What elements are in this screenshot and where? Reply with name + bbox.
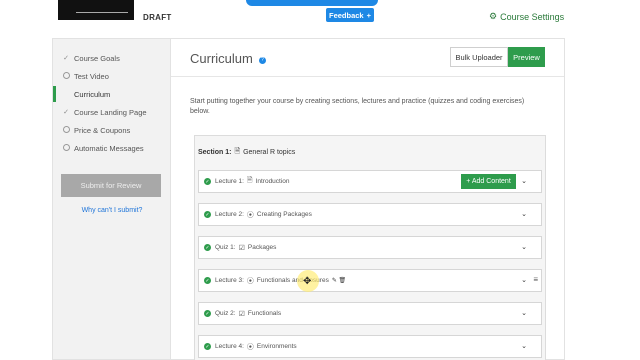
curriculum-item-lecture-4[interactable]: ✓ Lecture 4: ⦿ Environments ⌄ — [198, 335, 542, 358]
item-type: Lecture 2: — [215, 211, 244, 218]
chevron-down-icon[interactable]: ⌄ — [521, 210, 527, 218]
chevron-down-icon[interactable]: ⌄ — [521, 342, 527, 350]
play-icon: ⦿ — [246, 211, 254, 219]
item-type: Quiz 2: — [215, 310, 236, 317]
curriculum-item-quiz-2[interactable]: ✓ Quiz 2: ☑ Functionals ⌄ — [198, 302, 542, 325]
top-header: DRAFT Feedback + ⚙ Course Settings — [0, 0, 640, 34]
chevron-down-icon[interactable]: ⌄ — [521, 309, 527, 317]
check-icon: ✓ — [63, 109, 69, 116]
empty-circle-icon — [62, 71, 70, 81]
feedback-label: Feedback — [329, 10, 364, 20]
document-icon: 🗎 — [246, 177, 253, 184]
preview-button[interactable]: Preview — [508, 47, 545, 67]
submit-for-review-button[interactable]: Submit for Review — [61, 174, 161, 197]
chevron-down-icon[interactable]: ⌄ — [521, 243, 527, 251]
play-icon: ⦿ — [246, 343, 254, 351]
feedback-banner-tab — [246, 0, 378, 6]
header-divider — [171, 76, 564, 77]
sidebar-item-label: Course Goals — [74, 53, 120, 63]
sidebar-item-automatic-messages[interactable]: Automatic Messages — [53, 140, 171, 156]
page-title: Curriculum ? — [190, 51, 266, 66]
help-icon[interactable]: ? — [258, 56, 266, 64]
page-title-text: Curriculum — [190, 51, 253, 66]
bulk-uploader-button[interactable]: Bulk Uploader — [450, 47, 508, 67]
empty-circle-icon — [62, 125, 70, 135]
curriculum-panel: Curriculum ? Bulk Uploader Preview Start… — [171, 38, 565, 360]
add-content-button[interactable]: + Add Content — [461, 174, 516, 189]
play-icon: ⦿ — [246, 277, 254, 285]
course-settings-label: Course Settings — [500, 11, 565, 22]
quiz-icon: ☑ — [238, 244, 245, 252]
check-icon: ✓ — [63, 55, 69, 62]
gear-icon: ⚙ — [489, 11, 498, 21]
item-type: Quiz 1: — [215, 244, 236, 251]
feedback-button[interactable]: Feedback + — [326, 8, 374, 22]
trash-icon[interactable]: 🗑 — [339, 278, 347, 284]
chevron-down-icon[interactable]: ⌄ — [521, 276, 527, 284]
check-circle-icon: ✓ — [204, 178, 211, 185]
section-label: Section 1: — [198, 149, 232, 156]
sidebar-item-curriculum[interactable]: Curriculum — [53, 86, 171, 102]
drag-handle-icon[interactable]: ≡ — [533, 275, 538, 284]
check-circle-icon: ✓ — [204, 310, 211, 317]
curriculum-item-lecture-1[interactable]: ✓ Lecture 1: 🗎 Introduction + Add Conten… — [198, 170, 542, 193]
item-title: Functionals — [247, 310, 282, 317]
document-icon: 🗎 — [234, 148, 241, 155]
sidebar-item-label: Automatic Messages — [74, 143, 144, 153]
sidebar-item-label: Test Video — [74, 71, 109, 81]
curriculum-section: Section 1: 🗎 General R topics ✓ Lecture … — [194, 135, 546, 360]
chevron-down-icon[interactable]: ⌄ — [521, 177, 527, 185]
curriculum-item-lecture-3[interactable]: ✓ Lecture 3: ⦿ Functionals and closures … — [198, 269, 542, 292]
why-cant-submit-link[interactable]: Why can't I submit? — [53, 207, 171, 214]
pencil-icon[interactable]: ✎ — [332, 278, 337, 284]
item-type: Lecture 3: — [215, 277, 244, 284]
move-cursor-icon: ✥ — [303, 276, 312, 287]
plus-icon: + — [366, 10, 371, 20]
sidebar-item-label: Curriculum — [74, 89, 111, 99]
empty-circle-icon — [62, 90, 70, 99]
section-title[interactable]: Section 1: 🗎 General R topics — [198, 147, 295, 158]
item-title: Packages — [247, 244, 277, 251]
curriculum-item-lecture-2[interactable]: ✓ Lecture 2: ⦿ Creating Packages ⌄ — [198, 203, 542, 226]
item-title: Introduction — [255, 178, 290, 185]
item-title: Environments — [256, 343, 297, 350]
draft-status: DRAFT — [143, 13, 172, 22]
sidebar-item-label: Course Landing Page — [74, 107, 147, 117]
sidebar-item-label: Price & Coupons — [74, 125, 131, 135]
intro-text: Start putting together your course by cr… — [190, 98, 525, 115]
sidebar-item-course-goals[interactable]: ✓ Course Goals — [53, 50, 171, 66]
item-title: Creating Packages — [256, 211, 312, 218]
sidebar-item-course-landing-page[interactable]: ✓ Course Landing Page — [53, 104, 171, 120]
item-type: Lecture 1: — [215, 178, 244, 185]
course-thumbnail — [58, 0, 134, 20]
curriculum-item-quiz-1[interactable]: ✓ Quiz 1: ☑ Packages ⌄ — [198, 236, 542, 259]
check-circle-icon: ✓ — [204, 277, 211, 284]
section-title-text: General R topics — [243, 149, 296, 156]
check-circle-icon: ✓ — [204, 211, 211, 218]
check-circle-icon: ✓ — [204, 244, 211, 251]
sidebar-item-price-coupons[interactable]: Price & Coupons — [53, 122, 171, 138]
course-nav-sidebar: ✓ Course Goals Test Video Curriculum ✓ C… — [52, 38, 171, 360]
sidebar-item-test-video[interactable]: Test Video — [53, 68, 171, 84]
empty-circle-icon — [62, 143, 70, 153]
course-settings-link[interactable]: ⚙ Course Settings — [489, 11, 564, 22]
item-type: Lecture 4: — [215, 343, 244, 350]
quiz-icon: ☑ — [238, 310, 245, 318]
check-circle-icon: ✓ — [204, 343, 211, 350]
